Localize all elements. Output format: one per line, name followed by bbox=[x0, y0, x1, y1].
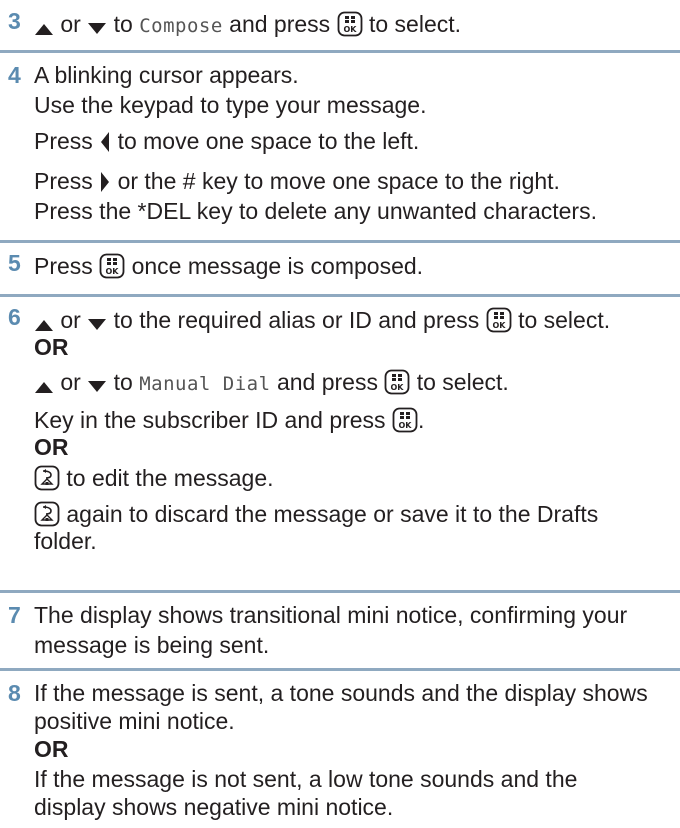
text: to bbox=[113, 11, 133, 37]
text: Press bbox=[34, 128, 93, 154]
svg-text:OK: OK bbox=[398, 421, 412, 430]
menu-ok-key-icon: OK bbox=[486, 307, 512, 341]
text: If the message is not sent, a low tone s… bbox=[34, 766, 578, 792]
text: positive mini notice. bbox=[34, 708, 235, 734]
step-number: 8 bbox=[8, 680, 21, 706]
divider bbox=[0, 590, 680, 593]
or-label: OR bbox=[34, 736, 69, 762]
svg-text:OK: OK bbox=[343, 25, 357, 34]
step-number: 4 bbox=[8, 62, 21, 88]
svg-text:OK: OK bbox=[391, 383, 405, 392]
text: or bbox=[60, 307, 81, 333]
step-number: 7 bbox=[8, 602, 21, 628]
text: to the required alias or ID and press bbox=[113, 307, 480, 333]
text: The display shows transitional mini noti… bbox=[34, 602, 628, 628]
text: display shows negative mini notice. bbox=[34, 794, 394, 820]
divider bbox=[0, 50, 680, 53]
text: to select. bbox=[518, 307, 611, 333]
text: . bbox=[417, 407, 425, 433]
menu-ok-key-icon: OK bbox=[384, 369, 410, 403]
text: or bbox=[60, 369, 81, 395]
menu-ok-key-icon: OK bbox=[99, 253, 125, 287]
or-label: OR bbox=[34, 334, 69, 360]
menu-ok-key-icon: OK bbox=[392, 407, 418, 441]
or-label: OR bbox=[34, 434, 69, 460]
menu-item-manual-dial: Manual Dial bbox=[139, 373, 271, 395]
text: Key in the subscriber ID and press bbox=[34, 407, 386, 433]
manual-page: 3 or to Compose and press OK to select. … bbox=[0, 0, 680, 828]
text: to edit the message. bbox=[66, 465, 274, 491]
text: Press the *DEL key to delete any unwante… bbox=[34, 198, 597, 224]
text: again to discard the message or save it … bbox=[66, 501, 599, 527]
text: If the message is sent, a tone sounds an… bbox=[34, 680, 648, 706]
down-arrow-icon bbox=[87, 370, 107, 402]
back-home-key-icon bbox=[34, 465, 60, 499]
svg-text:OK: OK bbox=[106, 267, 120, 276]
menu-ok-key-icon: OK bbox=[337, 11, 363, 45]
text: folder. bbox=[34, 528, 97, 554]
text: Press bbox=[34, 168, 93, 194]
menu-item-compose: Compose bbox=[139, 15, 223, 37]
step-number: 5 bbox=[8, 250, 21, 276]
down-arrow-icon bbox=[87, 12, 107, 44]
divider bbox=[0, 294, 680, 297]
step-number: 3 bbox=[8, 8, 21, 34]
up-arrow-icon bbox=[34, 12, 54, 44]
right-arrow-icon bbox=[99, 171, 111, 199]
text: Use the keypad to type your message. bbox=[34, 92, 427, 118]
text: Press bbox=[34, 253, 93, 279]
text: to select. bbox=[416, 369, 509, 395]
left-arrow-icon bbox=[99, 131, 111, 159]
divider bbox=[0, 668, 680, 671]
text: to move one space to the left. bbox=[117, 128, 420, 154]
text: to select. bbox=[368, 11, 462, 37]
svg-text:OK: OK bbox=[492, 321, 506, 330]
up-arrow-icon bbox=[34, 370, 54, 402]
text: and press bbox=[276, 369, 378, 395]
step-number: 6 bbox=[8, 304, 21, 330]
divider bbox=[0, 240, 680, 243]
text: message is being sent. bbox=[34, 632, 270, 658]
text: or bbox=[60, 11, 81, 37]
down-arrow-icon bbox=[87, 308, 107, 340]
text: or the # key to move one space to the ri… bbox=[117, 168, 560, 194]
text: once message is composed. bbox=[131, 253, 424, 279]
text: and press bbox=[229, 11, 331, 37]
text: to bbox=[113, 369, 133, 395]
text: A blinking cursor appears. bbox=[34, 62, 299, 88]
